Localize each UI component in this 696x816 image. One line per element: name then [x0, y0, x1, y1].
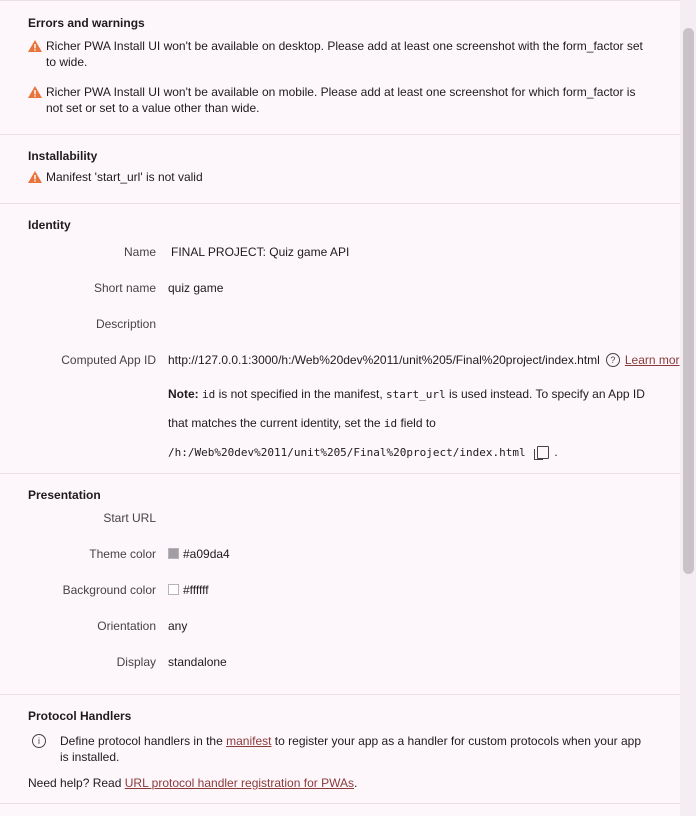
start-url-label: Start URL	[103, 511, 156, 525]
warning-icon	[28, 86, 42, 98]
warning-text: Manifest 'start_url' is not valid	[46, 170, 203, 184]
orientation-row: Orientation any	[28, 618, 680, 654]
note-line-1: Note: id is not specified in the manifes…	[168, 380, 680, 409]
manifest-link[interactable]: manifest	[226, 734, 271, 748]
protocol-handlers-title: Protocol Handlers	[28, 709, 132, 723]
note-text: that matches the current identity, set t…	[168, 416, 384, 430]
protocol-help-suffix: .	[353, 776, 358, 790]
start-url-row: Start URL	[28, 510, 680, 546]
warning-text: Richer PWA Install UI won't be available…	[46, 39, 643, 69]
identity-section: Identity Name FINAL PROJECT: Quiz game A…	[0, 203, 680, 473]
app-id-value: http://127.0.0.1:3000/h:/Web%20dev%2011/…	[168, 353, 600, 367]
note-label: Note:	[168, 387, 199, 401]
note-text: field to	[397, 416, 436, 430]
protocol-help-link[interactable]: URL protocol handler registration for PW…	[125, 776, 354, 790]
suggested-id-suffix: .	[554, 445, 558, 459]
protocol-info: i Define protocol handlers in the manife…	[28, 733, 680, 765]
warning-icon	[28, 171, 42, 183]
app-id-note: Note: id is not specified in the manifes…	[28, 380, 680, 467]
note-text: is not specified in the manifest,	[215, 387, 387, 401]
orientation-label: Orientation	[97, 619, 156, 633]
info-icon: i	[32, 734, 46, 748]
errors-section: Errors and warnings Richer PWA Install U…	[0, 0, 680, 134]
short-name-value: quiz game	[168, 281, 224, 295]
next-section-divider	[0, 803, 680, 816]
presentation-section: Presentation Start URL Theme color #a09d…	[0, 473, 680, 694]
note-text: is used instead. To specify an App ID	[445, 387, 645, 401]
warning-item: Richer PWA Install UI won't be available…	[28, 84, 680, 116]
short-name-row: Short name quiz game	[28, 280, 680, 316]
learn-more-link[interactable]: Learn mor	[625, 352, 680, 368]
copy-icon[interactable]	[533, 446, 549, 461]
theme-color-value: #a09da4	[183, 547, 230, 561]
description-label: Description	[95, 317, 156, 331]
installability-title: Installability	[28, 149, 98, 163]
protocol-info-prefix: Define protocol handlers in the	[60, 734, 227, 748]
background-color-label: Background color	[62, 583, 156, 597]
note-line-3: /h:/Web%20dev%2011/unit%205/Final%20proj…	[168, 438, 680, 467]
warning-item: Richer PWA Install UI won't be available…	[28, 38, 680, 70]
suggested-id: /h:/Web%20dev%2011/unit%205/Final%20proj…	[168, 446, 526, 459]
scrollbar-thumb[interactable]	[683, 28, 694, 574]
protocol-handlers-section: Protocol Handlers i Define protocol hand…	[0, 694, 680, 803]
name-value: FINAL PROJECT: Quiz game API	[171, 245, 350, 259]
manifest-panel: Errors and warnings Richer PWA Install U…	[0, 0, 696, 816]
display-label: Display	[116, 655, 156, 669]
display-value: standalone	[168, 655, 227, 669]
note-code-start-url: start_url	[386, 388, 446, 401]
protocol-help-prefix: Need help? Read	[28, 776, 125, 790]
orientation-value: any	[168, 619, 188, 633]
background-color-row: Background color #ffffff	[28, 582, 680, 618]
protocol-help: Need help? Read URL protocol handler reg…	[28, 775, 680, 791]
description-row: Description	[28, 316, 680, 352]
name-label: Name	[123, 245, 156, 259]
warning-icon	[28, 40, 42, 52]
identity-title: Identity	[28, 218, 71, 232]
note-code-id: id	[202, 388, 216, 401]
errors-title: Errors and warnings	[28, 16, 145, 30]
protocol-info-text: Define protocol handlers in the manifest…	[60, 733, 652, 765]
warning-text: Richer PWA Install UI won't be available…	[46, 85, 636, 115]
installability-section: Installability Manifest 'start_url' is n…	[0, 134, 680, 203]
help-icon[interactable]: ?	[605, 353, 620, 367]
app-id-row: Computed App ID http://127.0.0.1:3000/h:…	[28, 352, 680, 380]
note-line-2: that matches the current identity, set t…	[168, 409, 680, 438]
note-code-id: id	[383, 417, 398, 430]
app-id-value-group: http://127.0.0.1:3000/h:/Web%20dev%2011/…	[168, 352, 680, 368]
manifest-content: Errors and warnings Richer PWA Install U…	[0, 0, 680, 816]
theme-color-value-group: #a09da4	[168, 546, 230, 562]
presentation-title: Presentation	[28, 488, 101, 502]
background-color-value-group: #ffffff	[168, 582, 209, 598]
background-color-swatch	[168, 584, 179, 595]
short-name-label: Short name	[93, 281, 156, 295]
name-row: Name FINAL PROJECT: Quiz game API	[28, 244, 680, 280]
theme-color-label: Theme color	[89, 547, 156, 561]
theme-color-swatch	[168, 548, 179, 559]
theme-color-row: Theme color #a09da4	[28, 546, 680, 582]
app-id-label: Computed App ID	[61, 353, 156, 367]
background-color-value: #ffffff	[183, 583, 209, 597]
warning-item: Manifest 'start_url' is not valid	[28, 169, 680, 185]
display-row: Display standalone	[28, 654, 680, 690]
vertical-scrollbar[interactable]	[680, 0, 696, 816]
